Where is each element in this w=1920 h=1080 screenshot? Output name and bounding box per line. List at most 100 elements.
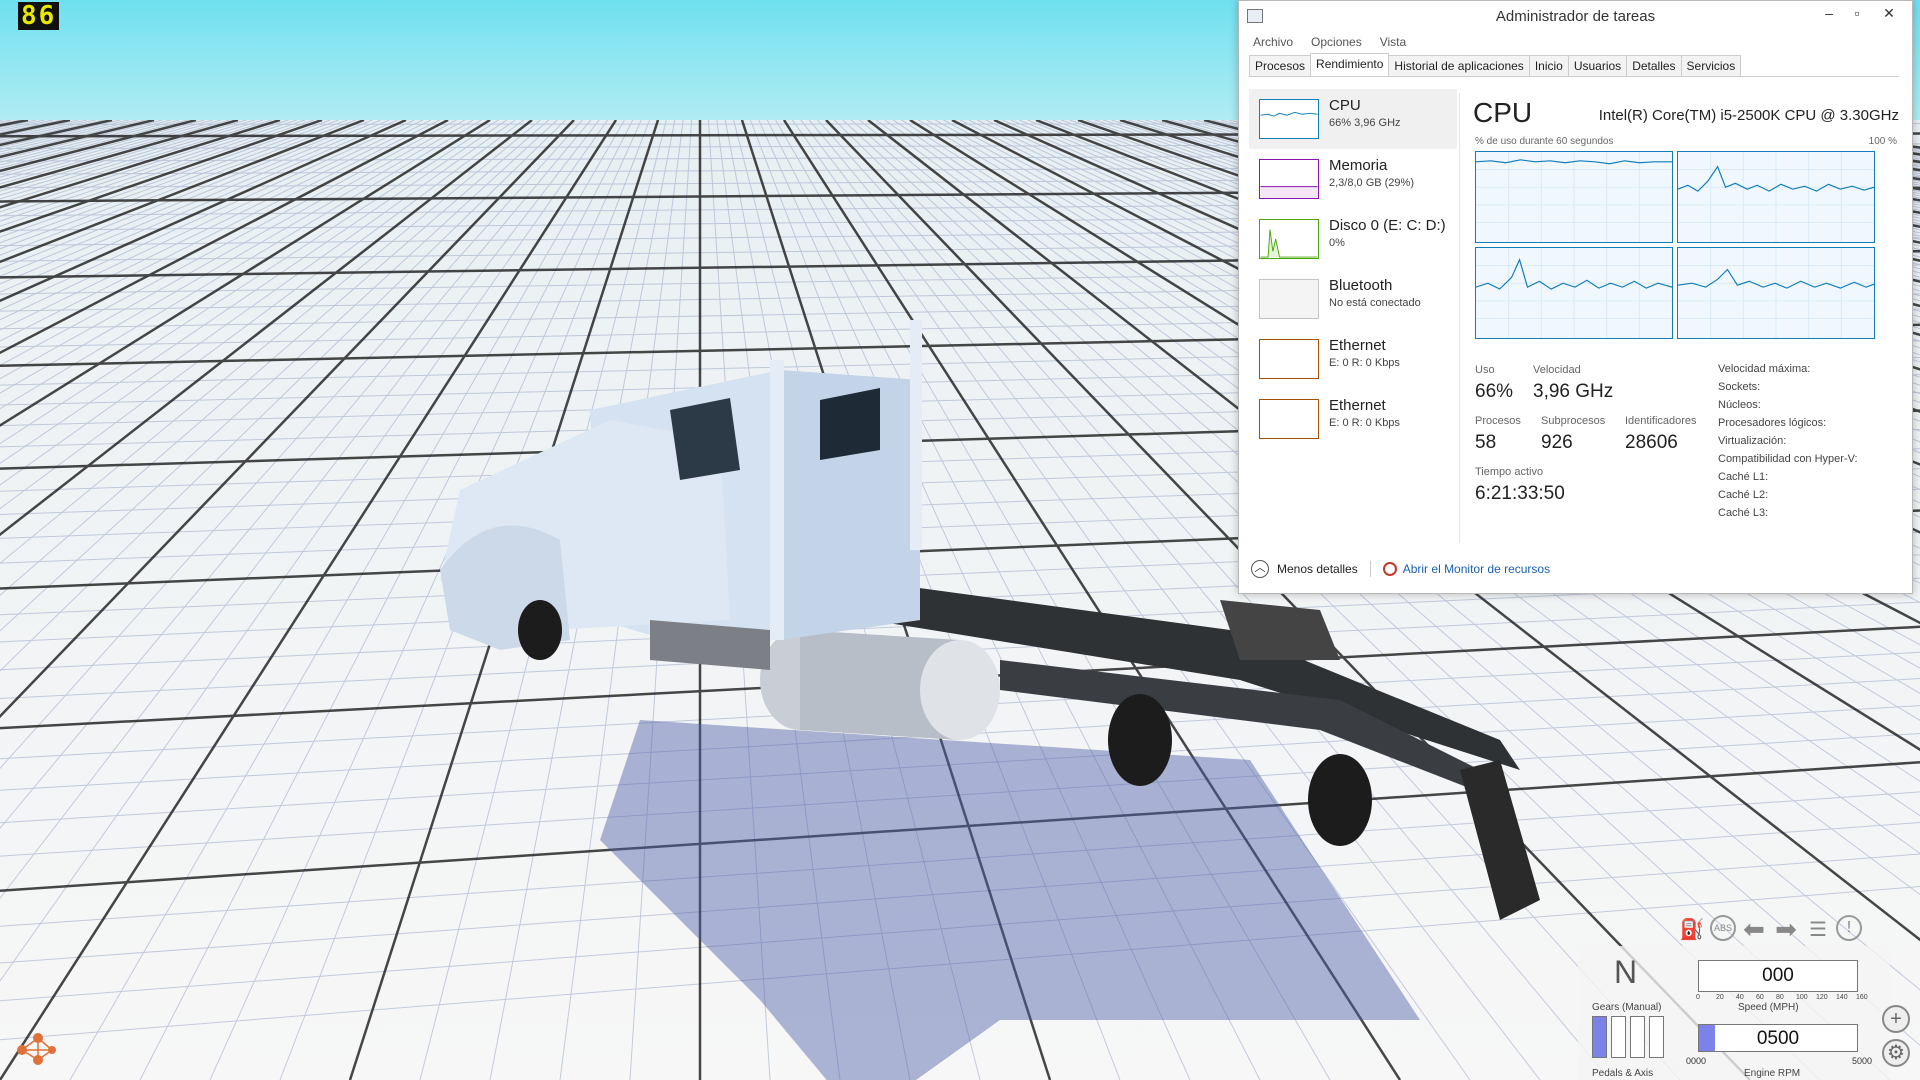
sidebar-item-label: Bluetooth [1329, 277, 1393, 294]
maximize-button[interactable]: ▫ [1843, 3, 1871, 25]
tab-servicios[interactable]: Servicios [1680, 55, 1742, 76]
sidebar-item-memoria[interactable]: Memoria 2,3/8,0 GB (29%) [1249, 149, 1457, 209]
spec-label: Compatibilidad con Hyper-V: [1718, 453, 1858, 465]
spec-label: Caché L2: [1718, 489, 1769, 501]
speed-tick-label: 40 [1736, 994, 1744, 1001]
tab-rendimiento[interactable]: Rendimiento [1310, 53, 1390, 76]
open-resource-monitor-link[interactable]: Abrir el Monitor de recursos [1403, 562, 1550, 576]
pane-divider[interactable] [1459, 93, 1460, 543]
add-app-button[interactable]: + [1882, 1005, 1910, 1033]
pedal-brake [1611, 1016, 1626, 1058]
ethernet-thumbnail-graph [1259, 399, 1319, 439]
menu-bar: Archivo Opciones Vista [1239, 31, 1912, 53]
spec-label: Caché L1: [1718, 471, 1769, 483]
menu-vista[interactable]: Vista [1380, 35, 1406, 49]
right-signal-icon: ➡ [1775, 913, 1797, 944]
cpu-thumbnail-graph [1259, 99, 1319, 139]
sidebar-item-label: Ethernet [1329, 397, 1386, 414]
cpu-core-graph [1677, 247, 1875, 339]
sidebar-item-label: Disco 0 (E: C: D:) [1329, 217, 1446, 234]
sidebar-item-cpu[interactable]: CPU 66% 3,96 GHz [1249, 89, 1457, 149]
cpu-core-graph [1475, 151, 1673, 243]
rpm-max-label: 5000 [1852, 1056, 1873, 1066]
cpu-core-graph [1677, 151, 1875, 243]
sidebar-item-disco[interactable]: Disco 0 (E: C: D:) 0% [1249, 209, 1457, 269]
rpm-label: Engine RPM [1744, 1068, 1801, 1079]
close-button[interactable]: ✕ [1875, 3, 1903, 25]
rpm-gauge: 0500 [1698, 1024, 1858, 1052]
gears-label: Gears (Manual) [1592, 1002, 1662, 1013]
spec-label: Caché L3: [1718, 507, 1769, 519]
procesos-value: 58 [1475, 432, 1497, 453]
subprocesos-label: Subprocesos [1541, 415, 1606, 427]
resource-list: CPU 66% 3,96 GHz Memoria 2,3/8,0 GB (29%… [1249, 89, 1457, 539]
spec-label: Núcleos: [1718, 399, 1761, 411]
tab-strip: Procesos Rendimiento Historial de aplica… [1249, 53, 1899, 77]
pedal-throttle [1592, 1016, 1607, 1058]
menu-archivo[interactable]: Archivo [1253, 35, 1293, 49]
pedal-clutch [1630, 1016, 1645, 1058]
tab-historial[interactable]: Historial de aplicaciones [1388, 55, 1530, 76]
graph-max-label: 100 % [1868, 136, 1897, 147]
sidebar-item-value: E: 0 R: 0 Kbps [1329, 417, 1400, 429]
cpu-model: Intel(R) Core(TM) i5-2500K CPU @ 3.30GHz [1598, 107, 1899, 124]
settings-gear-icon[interactable]: ⚙ [1882, 1039, 1910, 1067]
velocidad-label: Velocidad [1533, 364, 1581, 376]
memory-thumbnail-graph [1259, 159, 1319, 199]
speed-tick-label: 20 [1716, 994, 1724, 1001]
speed-value: 000 [1762, 965, 1794, 986]
ethernet-thumbnail-graph [1259, 339, 1319, 379]
resource-monitor-icon[interactable] [1382, 562, 1397, 576]
vehicle-hud: N 000 0 20 40 60 80 100 120 140 160 Speed (MPH) … [1578, 946, 1890, 1080]
fps-counter: 86 [18, 2, 60, 30]
rpm-value: 0500 [1756, 1028, 1800, 1049]
speed-tick-label: 120 [1816, 994, 1828, 1001]
abs-icon: ABS [1710, 915, 1736, 941]
pedal-parking [1649, 1016, 1664, 1058]
sidebar-item-bluetooth[interactable]: Bluetooth No está conectado [1249, 269, 1457, 329]
graph-caption: % de uso durante 60 segundos [1475, 136, 1614, 147]
sidebar-item-label: Memoria [1329, 157, 1388, 174]
sidebar-item-value: No está conectado [1329, 297, 1421, 309]
footer-divider [1369, 561, 1371, 577]
speed-tick-label: 140 [1836, 994, 1848, 1001]
beamng-logo-icon [17, 1033, 56, 1065]
pedals-gauge [1592, 1016, 1668, 1058]
sidebar-item-value: E: 0 R: 0 Kbps [1329, 357, 1400, 369]
left-signal-icon: ⬅ [1743, 913, 1765, 944]
page-title: CPU [1473, 97, 1533, 128]
sidebar-item-value: 66% 3,96 GHz [1329, 117, 1401, 129]
hud-side-buttons: + ⚙ [1882, 1005, 1912, 1075]
identificadores-value: 28606 [1625, 432, 1678, 453]
tab-usuarios[interactable]: Usuarios [1567, 55, 1628, 76]
minimize-button[interactable]: – [1815, 3, 1843, 25]
title-bar[interactable]: Administrador de tareas – ▫ ✕ [1239, 1, 1912, 31]
speed-tick-label: 160 [1856, 994, 1868, 1001]
headlight-icon: ☰ [1809, 918, 1827, 941]
tab-procesos[interactable]: Procesos [1249, 55, 1312, 76]
tiempo-activo-label: Tiempo activo [1475, 466, 1544, 478]
identificadores-label: Identificadores [1625, 415, 1697, 427]
sidebar-item-ethernet[interactable]: Ethernet E: 0 R: 0 Kbps [1249, 329, 1457, 389]
spec-label: Virtualización: [1718, 435, 1787, 447]
bluetooth-thumbnail-graph [1259, 279, 1319, 319]
gear-indicator: N [1614, 954, 1638, 990]
footer-bar: ︿ Menos detalles Abrir el Monitor de rec… [1251, 559, 1550, 579]
fuel-icon: ⛽ [1679, 918, 1705, 941]
disk-thumbnail-graph [1259, 219, 1319, 259]
speedometer: 000 [1698, 960, 1858, 992]
sidebar-item-label: CPU [1329, 97, 1361, 114]
pedals-label: Pedals & Axis [1592, 1068, 1654, 1079]
less-details-button[interactable]: Menos detalles [1277, 562, 1358, 576]
chevron-up-icon[interactable]: ︿ [1251, 560, 1269, 578]
procesos-label: Procesos [1475, 415, 1521, 427]
tab-inicio[interactable]: Inicio [1528, 55, 1569, 76]
cpu-detail-pane: CPU Intel(R) Core(TM) i5-2500K CPU @ 3.3… [1471, 89, 1899, 549]
warning-icon: ! [1836, 915, 1862, 941]
rpm-min-label: 0000 [1686, 1056, 1707, 1066]
sidebar-item-label: Ethernet [1329, 337, 1386, 354]
tab-detalles[interactable]: Detalles [1626, 55, 1682, 76]
menu-opciones[interactable]: Opciones [1311, 35, 1362, 49]
tiempo-activo-value: 6:21:33:50 [1475, 483, 1565, 504]
sidebar-item-ethernet[interactable]: Ethernet E: 0 R: 0 Kbps [1249, 389, 1457, 449]
